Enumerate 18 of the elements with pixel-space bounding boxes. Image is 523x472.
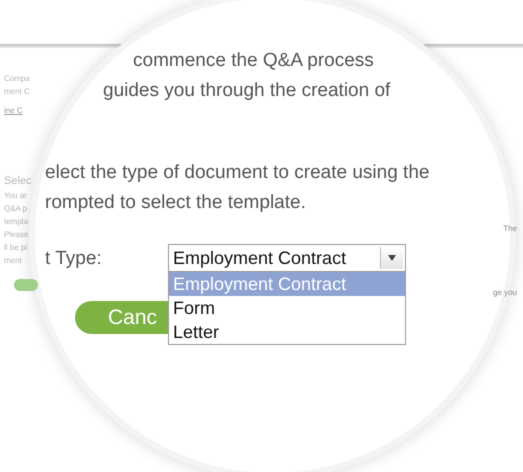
document-type-select[interactable]: Employment Contract — [168, 244, 406, 272]
intro-text: guides you through the creation of — [103, 79, 392, 103]
text-fragment: The — [503, 224, 517, 233]
text-fragment: Compa — [4, 74, 30, 83]
text-fragment: You ar — [4, 191, 27, 200]
field-label: t Type: — [45, 247, 103, 270]
text-fragment: Q&A p — [4, 204, 28, 213]
toggle-switch[interactable] — [14, 279, 38, 291]
intro-text: commence the Q&A process — [133, 49, 375, 73]
text-fragment: ment C — [4, 87, 30, 96]
instruction-text: elect the type of document to create using the — [45, 161, 430, 185]
text-fragment: templa — [4, 217, 28, 226]
text-fragment: ment — [4, 256, 22, 265]
text-fragment: ge you — [492, 288, 517, 297]
instruction-text: rompted to select the template. — [45, 191, 307, 215]
text-fragment: Please — [4, 230, 28, 239]
section-heading: Selec — [4, 175, 32, 187]
text-fragment: ll be pi — [4, 243, 28, 252]
